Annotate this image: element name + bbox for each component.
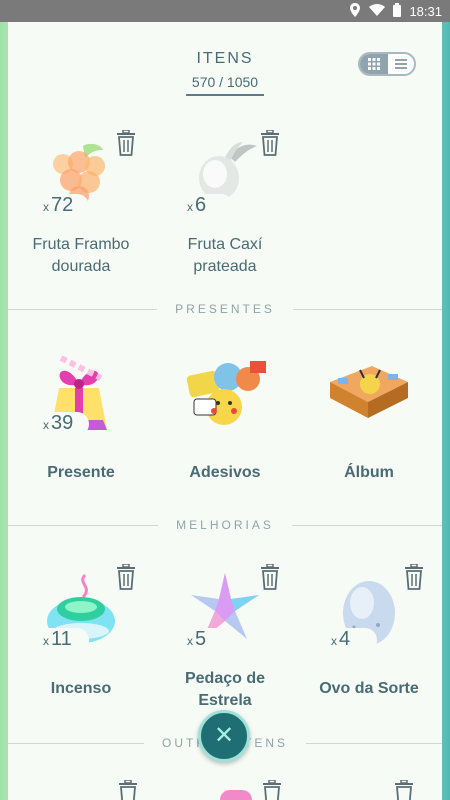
items-panel: ITENS 570 / 1050 x 72 Fruta Frambo doura… — [8, 22, 442, 800]
item-quantity: x6 — [181, 194, 233, 218]
stickers-icon — [179, 348, 271, 438]
item-name: Incenso — [50, 680, 112, 697]
section-divider-melhorias: MELHORIAS — [8, 516, 442, 534]
item-quantity: x 39 — [37, 412, 89, 436]
item-name: Ovo da Sorte — [319, 680, 419, 697]
close-button[interactable]: ✕ — [198, 710, 250, 762]
item-name: Presente — [47, 464, 115, 481]
trash-icon[interactable] — [403, 563, 425, 590]
status-bar: 18:31 — [0, 0, 450, 22]
section-divider-presentes: PRESENTES — [8, 300, 442, 318]
grid-icon[interactable] — [360, 54, 388, 74]
trash-icon[interactable] — [117, 779, 139, 800]
trash-icon[interactable] — [393, 779, 415, 800]
section-label: PRESENTES — [175, 302, 275, 316]
item-preview — [220, 790, 252, 800]
wifi-icon — [369, 3, 386, 19]
trash-icon[interactable] — [259, 129, 281, 156]
item-name: Álbum — [344, 464, 394, 481]
item-capacity: 570 / 1050 — [191, 74, 259, 90]
album-icon — [323, 348, 415, 438]
close-icon: ✕ — [213, 722, 235, 749]
status-time: 18:31 — [409, 3, 442, 19]
item-name: Fruta Frambo dourada — [32, 236, 130, 275]
trash-icon[interactable] — [261, 779, 283, 800]
item-quantity: x5 — [181, 628, 233, 652]
section-label: MELHORIAS — [176, 518, 274, 532]
trash-icon[interactable] — [115, 563, 137, 590]
item-name: Adesivos — [189, 464, 261, 481]
trash-icon[interactable] — [115, 129, 137, 156]
battery-icon — [393, 2, 402, 20]
item-quantity: x 11 — [37, 628, 89, 652]
app-frame: ITENS 570 / 1050 x 72 Fruta Frambo doura… — [0, 22, 450, 800]
item-quantity: x 72 — [37, 194, 89, 218]
view-toggle[interactable] — [358, 52, 416, 76]
trash-icon[interactable] — [259, 563, 281, 590]
item-quantity: x4 — [325, 628, 377, 652]
item-name: Pedaço de Estrela — [184, 670, 266, 709]
list-icon[interactable] — [388, 54, 414, 74]
item-name: Fruta Caxí prateada — [187, 236, 263, 275]
header-underline — [186, 94, 264, 96]
location-icon — [349, 2, 361, 20]
